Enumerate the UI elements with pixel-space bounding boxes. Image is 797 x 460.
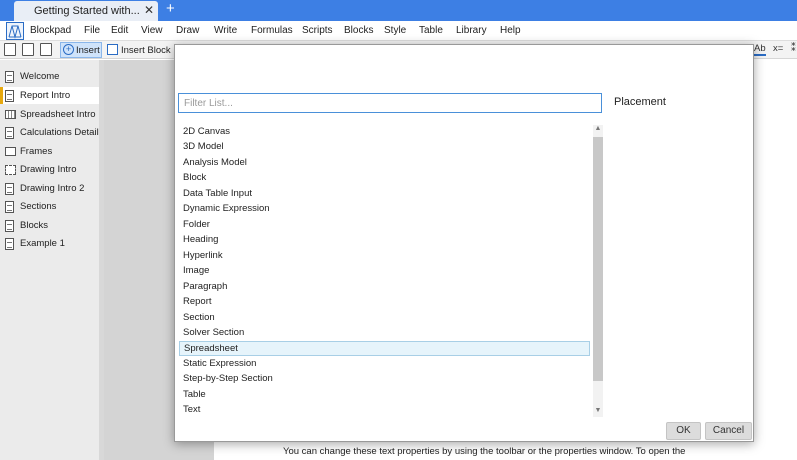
equation-icon[interactable]: x= — [773, 43, 783, 54]
list-item-report[interactable]: Report — [179, 295, 590, 310]
insert-label: Insert — [76, 45, 100, 56]
list-item-spreadsheet[interactable]: Spreadsheet — [179, 341, 590, 356]
document-icon — [5, 71, 14, 83]
new-tab-button[interactable]: + — [166, 0, 175, 17]
frame-icon — [5, 147, 16, 156]
placement-label: Placement — [614, 96, 666, 108]
sidebar-item-label: Blocks — [20, 220, 48, 231]
document-icon — [5, 183, 14, 195]
sidebar-item-label: Frames — [20, 146, 53, 157]
app-logo-icon — [6, 22, 24, 40]
menu-bar: Blockpad File Edit View Draw Write Formu… — [0, 21, 797, 41]
list-item-solver-section[interactable]: Solver Section — [179, 326, 590, 341]
list-scrollbar[interactable]: ▲ ▼ — [593, 125, 603, 417]
sidebar-item-example-1[interactable]: Example 1 — [0, 235, 99, 252]
app-name: Blockpad — [30, 25, 72, 36]
tab-title: Getting Started with... — [34, 5, 140, 17]
document-icon — [5, 90, 14, 102]
insert-dialog: Placement 2D Canvas 3D Model Analysis Mo… — [174, 44, 754, 442]
list-item-table[interactable]: Table — [179, 388, 590, 403]
menu-draw[interactable]: Draw — [176, 25, 199, 36]
menu-blocks[interactable]: Blocks — [344, 25, 373, 36]
sidebar-item-blocks[interactable]: Blocks — [0, 217, 99, 234]
list-item-2d-canvas[interactable]: 2D Canvas — [179, 125, 590, 140]
document-icon — [5, 127, 14, 139]
insert-item-list: 2D Canvas 3D Model Analysis Model Block … — [178, 123, 604, 419]
sidebar-item-report-intro[interactable]: Report Intro — [0, 87, 99, 104]
menu-edit[interactable]: Edit — [111, 25, 128, 36]
sidebar: Welcome Report Intro Spreadsheet Intro C… — [0, 60, 99, 460]
list-item-heading[interactable]: Heading — [179, 233, 590, 248]
sidebar-item-label: Example 1 — [20, 238, 65, 249]
sidebar-item-label: Drawing Intro — [20, 164, 77, 175]
sidebar-item-sections[interactable]: Sections — [0, 198, 99, 215]
ok-button[interactable]: OK — [666, 422, 701, 440]
sidebar-item-drawing-intro-2[interactable]: Drawing Intro 2 — [0, 180, 99, 197]
document-icon — [5, 201, 14, 213]
title-bar: Getting Started with... ✕ + — [0, 0, 797, 21]
menu-write[interactable]: Write — [214, 25, 237, 36]
list-item-analysis-model[interactable]: Analysis Model — [179, 156, 590, 171]
insert-button[interactable]: + Insert — [60, 42, 102, 58]
save-icon[interactable] — [40, 43, 52, 56]
list-item-image[interactable]: Image — [179, 264, 590, 279]
close-icon[interactable]: ✕ — [144, 3, 154, 17]
list-item-hyperlink[interactable]: Hyperlink — [179, 249, 590, 264]
list-item-section[interactable]: Section — [179, 311, 590, 326]
list-item-step-by-step-section[interactable]: Step-by-Step Section — [179, 372, 590, 387]
sidebar-item-label: Spreadsheet Intro — [20, 109, 96, 120]
menu-scripts[interactable]: Scripts — [302, 25, 333, 36]
add-circle-icon: + — [63, 44, 74, 55]
filter-list-input[interactable] — [178, 93, 602, 113]
list-item-folder[interactable]: Folder — [179, 218, 590, 233]
document-tab[interactable]: Getting Started with... ✕ — [14, 1, 158, 21]
cancel-button[interactable]: Cancel — [705, 422, 752, 440]
sidebar-item-spreadsheet-intro[interactable]: Spreadsheet Intro — [0, 106, 99, 123]
open-folder-icon[interactable] — [22, 43, 34, 56]
menu-file[interactable]: File — [84, 25, 100, 36]
more-icon[interactable]: ⁑ — [791, 43, 796, 54]
scroll-down-icon[interactable]: ▼ — [593, 407, 603, 417]
list-item-paragraph[interactable]: Paragraph — [179, 280, 590, 295]
spreadsheet-icon — [5, 110, 16, 119]
sidebar-item-calculations-detail[interactable]: Calculations Detail — [0, 124, 99, 141]
page-body-text: You can change these text properties by … — [283, 446, 686, 457]
sidebar-item-drawing-intro[interactable]: Drawing Intro — [0, 161, 99, 178]
list-item-block[interactable]: Block — [179, 171, 590, 186]
menu-table[interactable]: Table — [419, 25, 443, 36]
menu-view[interactable]: View — [141, 25, 163, 36]
text-style-icon[interactable]: Ab — [754, 43, 766, 56]
menu-library[interactable]: Library — [456, 25, 487, 36]
sidebar-item-frames[interactable]: Frames — [0, 143, 99, 160]
scroll-up-icon[interactable]: ▲ — [593, 125, 603, 135]
menu-style[interactable]: Style — [384, 25, 406, 36]
sidebar-item-label: Report Intro — [20, 90, 71, 101]
menu-help[interactable]: Help — [500, 25, 521, 36]
sidebar-item-label: Drawing Intro 2 — [20, 183, 85, 194]
new-file-icon[interactable] — [4, 43, 16, 56]
sidebar-item-label: Welcome — [20, 71, 60, 82]
scrollbar-thumb[interactable] — [593, 137, 603, 381]
list-item-3d-model[interactable]: 3D Model — [179, 140, 590, 155]
insert-block-button[interactable]: Insert Block — [121, 45, 171, 56]
list-item-static-expression[interactable]: Static Expression — [179, 357, 590, 372]
sidebar-item-welcome[interactable]: Welcome — [0, 68, 99, 85]
list-item-dynamic-expression[interactable]: Dynamic Expression — [179, 202, 590, 217]
list-item-data-table-input[interactable]: Data Table Input — [179, 187, 590, 202]
document-icon — [5, 220, 14, 232]
insert-block-icon[interactable] — [107, 44, 118, 55]
drawing-icon — [5, 165, 16, 175]
menu-formulas[interactable]: Formulas — [251, 25, 293, 36]
document-icon — [5, 238, 14, 250]
sidebar-item-label: Sections — [20, 201, 57, 212]
list-item-text[interactable]: Text — [179, 403, 590, 418]
sidebar-item-label: Calculations Detail — [20, 127, 99, 138]
